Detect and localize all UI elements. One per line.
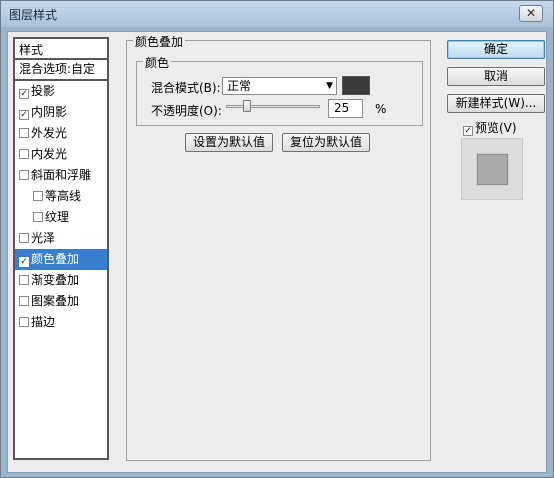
title-bar[interactable]: 图层样式 ✕	[1, 1, 553, 27]
window-title: 图层样式	[9, 8, 58, 22]
sidebar-item[interactable]: ✓ 颜色叠加	[15, 249, 107, 270]
close-icon: ✕	[525, 6, 537, 20]
style-checkbox[interactable]: ✓	[19, 257, 29, 267]
styles-header[interactable]: 样式	[15, 39, 107, 60]
blend-mode-label: 混合模式(B):	[151, 81, 221, 95]
style-checkbox[interactable]	[19, 128, 29, 138]
close-button[interactable]: ✕	[519, 5, 543, 22]
sidebar-item-label: 描边	[31, 315, 56, 329]
opacity-unit: %	[375, 102, 387, 116]
set-default-button[interactable]: 设置为默认值	[185, 133, 273, 152]
style-checkbox[interactable]	[33, 191, 43, 201]
sidebar-item-label: 渐变叠加	[31, 273, 80, 287]
opacity-slider-thumb[interactable]	[243, 100, 251, 112]
sidebar-item-label: 内发光	[31, 147, 68, 161]
sidebar-item[interactable]: 光泽	[15, 228, 107, 249]
sidebar-item[interactable]: 渐变叠加	[15, 270, 107, 291]
subgroup-title: 颜色	[143, 54, 172, 71]
preview-toggle[interactable]: ✓ 预览(V)	[463, 119, 517, 136]
dialog-body: 样式 混合选项:自定 ✓ 投影 ✓ 内阴影 外发光 内发光 斜面和浮雕 等高线 纹理 光泽 ✓ 颜色叠…	[7, 31, 547, 473]
blend-mode-select[interactable]: 正常 ▼	[222, 77, 337, 95]
sidebar-item-label: 纹理	[45, 210, 70, 224]
sidebar-item-label: 内阴影	[31, 105, 68, 119]
sidebar-item-label: 图案叠加	[31, 294, 80, 308]
cancel-button[interactable]: 取消	[447, 67, 545, 86]
preview-swatch	[477, 154, 508, 185]
preview-checkbox[interactable]: ✓	[463, 126, 473, 136]
style-checkbox[interactable]	[19, 233, 29, 243]
sidebar-item[interactable]: 等高线	[15, 186, 107, 207]
chevron-down-icon: ▼	[326, 81, 333, 91]
blend-options-item[interactable]: 混合选项:自定	[15, 60, 107, 81]
sidebar-item[interactable]: 外发光	[15, 123, 107, 144]
color-overlay-group: 颜色叠加 颜色 混合模式(B): 正常 ▼ 不透明度(O): 25 % 设置为默…	[126, 33, 431, 461]
sidebar-item[interactable]: 图案叠加	[15, 291, 107, 312]
sidebar-item-label: 光泽	[31, 231, 56, 245]
overlay-color-swatch[interactable]	[342, 76, 370, 95]
opacity-input[interactable]: 25	[328, 99, 363, 118]
sidebar-item[interactable]: 描边	[15, 312, 107, 333]
layer-style-dialog: 图层样式 ✕ 样式 混合选项:自定 ✓ 投影 ✓ 内阴影 外发光 内发光 斜面和浮雕 等高线纹…	[0, 0, 554, 478]
new-style-button[interactable]: 新建样式(W)...	[447, 94, 545, 113]
blend-mode-value: 正常	[227, 79, 252, 93]
color-subgroup: 颜色 混合模式(B): 正常 ▼ 不透明度(O): 25 %	[136, 54, 423, 126]
group-title: 颜色叠加	[133, 33, 186, 50]
sidebar-item[interactable]: ✓ 投影	[15, 81, 107, 102]
sidebar-item[interactable]: 斜面和浮雕	[15, 165, 107, 186]
ok-button[interactable]: 确定	[447, 40, 545, 59]
reset-default-button[interactable]: 复位为默认值	[282, 133, 370, 152]
sidebar-item-label: 颜色叠加	[31, 252, 80, 266]
sidebar-item-label: 斜面和浮雕	[31, 168, 92, 182]
opacity-slider-track[interactable]	[226, 105, 320, 108]
sidebar-item[interactable]: 纹理	[15, 207, 107, 228]
preview-thumbnail	[461, 138, 523, 200]
preview-label: 预览(V)	[475, 121, 517, 135]
sidebar-item-label: 投影	[31, 84, 56, 98]
sidebar-item[interactable]: ✓ 内阴影	[15, 102, 107, 123]
style-checkbox[interactable]	[19, 149, 29, 159]
sidebar-item-label: 等高线	[45, 189, 82, 203]
style-checkbox[interactable]	[19, 275, 29, 285]
style-checkbox[interactable]: ✓	[19, 110, 29, 120]
style-checkbox[interactable]	[19, 317, 29, 327]
style-checkbox[interactable]	[19, 170, 29, 180]
style-checkbox[interactable]	[19, 296, 29, 306]
styles-list: 样式 混合选项:自定 ✓ 投影 ✓ 内阴影 外发光 内发光 斜面和浮雕 等高线 纹理 光泽 ✓ 颜色叠…	[13, 37, 109, 460]
opacity-label: 不透明度(O):	[151, 104, 222, 118]
style-checkbox[interactable]: ✓	[19, 89, 29, 99]
style-checkbox[interactable]	[33, 212, 43, 222]
sidebar-item-label: 外发光	[31, 126, 68, 140]
sidebar-item[interactable]: 内发光	[15, 144, 107, 165]
